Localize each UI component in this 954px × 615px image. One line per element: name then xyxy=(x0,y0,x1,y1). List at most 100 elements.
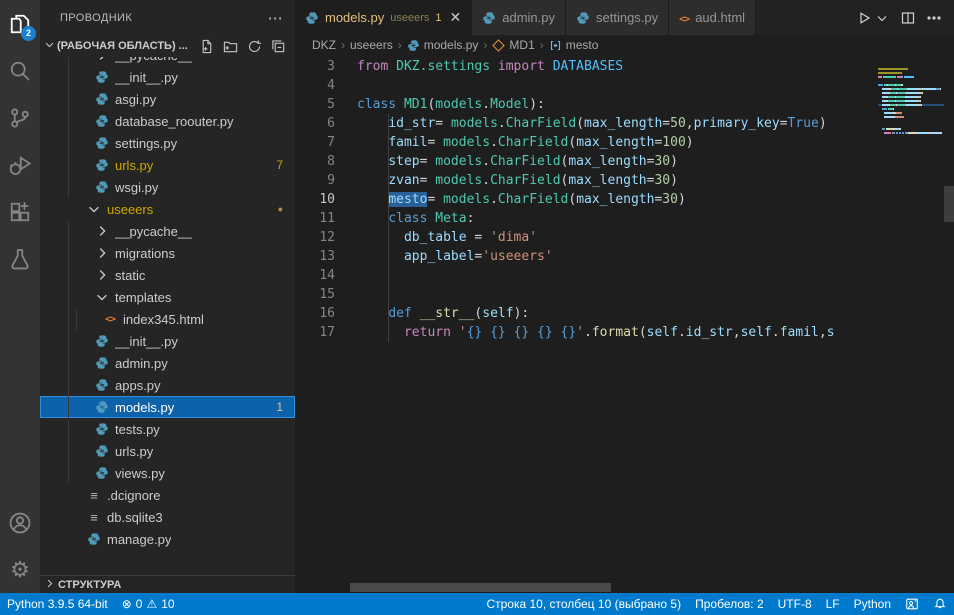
code-line-12[interactable]: 12 db_table = 'dima' xyxy=(295,228,878,247)
code-line-11[interactable]: 11 class Meta: xyxy=(295,209,878,228)
code-line-4[interactable]: 4 xyxy=(295,76,878,95)
breadcrumb-label: MD1 xyxy=(509,38,534,52)
tree-item-views-py[interactable]: views.py xyxy=(40,462,295,484)
tab-settings-py[interactable]: settings.py xyxy=(566,0,669,35)
line-number: 14 xyxy=(295,266,335,285)
sidebar-more-actions[interactable]: ⋯ xyxy=(268,9,283,27)
new-folder-icon[interactable] xyxy=(221,37,239,55)
outline-section-header[interactable]: СТРУКТУРА xyxy=(40,575,295,593)
tree-item-asgi-py[interactable]: asgi.py xyxy=(40,88,295,110)
explorer-icon[interactable]: 2 xyxy=(0,0,40,47)
cursor-position-status[interactable]: Строка 10, столбец 10 (выбрано 5) xyxy=(479,593,688,615)
more-actions-icon[interactable] xyxy=(926,10,942,26)
tree-item--dcignore[interactable]: ≡.dcignore xyxy=(40,484,295,506)
code-editor[interactable]: 3from DKZ.settings import DATABASES45cla… xyxy=(295,55,954,593)
tree-item-urls-py[interactable]: urls.py7 xyxy=(40,154,295,176)
tree-item-label: views.py xyxy=(115,466,165,481)
problems-status[interactable]: ⊗ 0 ⚠ 10 xyxy=(115,593,182,615)
tree-item-settings-py[interactable]: settings.py xyxy=(40,132,295,154)
tree-item-apps-py[interactable]: apps.py xyxy=(40,374,295,396)
testing-icon[interactable] xyxy=(0,235,40,282)
tree-item-useeers[interactable]: useeers● xyxy=(40,198,295,220)
eol-status[interactable]: LF xyxy=(819,593,847,615)
tree-item-migrations[interactable]: migrations xyxy=(40,242,295,264)
search-icon[interactable] xyxy=(0,47,40,94)
tree-item-label: index345.html xyxy=(123,312,204,327)
code-line-6[interactable]: 6 id_str= models.CharField(max_length=50… xyxy=(295,114,878,133)
modified-dot-badge: ● xyxy=(278,204,283,214)
new-file-icon[interactable] xyxy=(197,37,215,55)
tab-models-py[interactable]: models.pyuseeers1✕ xyxy=(295,0,472,35)
code-line-7[interactable]: 7 famil= models.CharField(max_length=100… xyxy=(295,133,878,152)
tree-item-wsgi-py[interactable]: wsgi.py xyxy=(40,176,295,198)
run-debug-icon[interactable] xyxy=(0,141,40,188)
minimap-line xyxy=(878,84,944,86)
source-control-icon[interactable] xyxy=(0,94,40,141)
vertical-scrollbar[interactable] xyxy=(944,186,954,222)
language-mode-status[interactable]: Python xyxy=(847,593,898,615)
line-content: zvan= models.CharField(max_length=30) xyxy=(357,171,678,190)
workspace-section-header[interactable]: (РАБОЧАЯ ОБЛАСТЬ) ... xyxy=(40,35,295,57)
code-line-3[interactable]: 3from DKZ.settings import DATABASES xyxy=(295,57,878,76)
code-line-15[interactable]: 15 xyxy=(295,285,878,304)
tree-item-templates[interactable]: templates xyxy=(40,286,295,308)
refresh-icon[interactable] xyxy=(245,37,263,55)
split-editor-icon[interactable] xyxy=(900,10,916,26)
breadcrumb-item-mesto[interactable]: mesto xyxy=(549,38,599,52)
tree-item--pycache-[interactable]: __pycache__ xyxy=(40,220,295,242)
python-file-icon xyxy=(94,333,110,349)
run-dropdown-icon[interactable] xyxy=(874,10,890,26)
close-icon[interactable]: ✕ xyxy=(450,9,462,26)
tree-item-models-py[interactable]: models.py1 xyxy=(40,396,295,418)
notifications-bell-icon[interactable] xyxy=(926,593,954,615)
code-line-5[interactable]: 5class MD1(models.Model): xyxy=(295,95,878,114)
code-line-17[interactable]: 17 return '{} {} {} {} {}'.format(self.i… xyxy=(295,323,878,342)
minimap[interactable] xyxy=(878,68,944,136)
tree-item-admin-py[interactable]: admin.py xyxy=(40,352,295,374)
breadcrumb: DKZ›useeers›models.py›MD1›mesto xyxy=(295,35,878,55)
tree-item--init-py[interactable]: __init__.py xyxy=(40,66,295,88)
code-line-9[interactable]: 9 zvan= models.CharField(max_length=30) xyxy=(295,171,878,190)
horizontal-scrollbar[interactable] xyxy=(350,583,611,592)
settings-gear-icon[interactable]: ⚙ xyxy=(0,546,40,593)
encoding-status[interactable]: UTF-8 xyxy=(771,593,819,615)
breadcrumb-item-useeers[interactable]: useeers xyxy=(350,38,393,52)
feedback-icon[interactable] xyxy=(898,593,926,615)
breadcrumb-item-md1[interactable]: MD1 xyxy=(492,38,534,52)
tree-item--init-py[interactable]: __init__.py xyxy=(40,330,295,352)
minimap-line xyxy=(878,104,944,106)
extensions-icon[interactable] xyxy=(0,188,40,235)
tree-item-urls-py[interactable]: urls.py xyxy=(40,440,295,462)
text-file-icon: ≡ xyxy=(86,509,102,525)
indentation-status[interactable]: Пробелов: 2 xyxy=(688,593,771,615)
python-interpreter-status[interactable]: Python 3.9.5 64-bit xyxy=(0,593,115,615)
collapse-all-icon[interactable] xyxy=(269,37,287,55)
problems-count-badge: 7 xyxy=(276,158,283,172)
tab-label: settings.py xyxy=(596,10,658,25)
code-line-10[interactable]: 10 mesto= models.CharField(max_length=30… xyxy=(295,190,878,209)
tab-admin-py[interactable]: admin.py xyxy=(472,0,566,35)
tree-item-static[interactable]: static xyxy=(40,264,295,286)
code-line-8[interactable]: 8 step= models.CharField(max_length=30) xyxy=(295,152,878,171)
run-icon[interactable] xyxy=(856,10,872,26)
tree-item-db-sqlite3[interactable]: ≡db.sqlite3 xyxy=(40,506,295,528)
tree-item-database-roouter-py[interactable]: database_roouter.py xyxy=(40,110,295,132)
python-file-icon xyxy=(94,443,110,459)
account-icon[interactable] xyxy=(0,499,40,546)
explorer-badge: 2 xyxy=(21,26,36,41)
problems-count-badge: 1 xyxy=(276,400,283,414)
file-tree: __pycache____init__.pyasgi.pydatabase_ro… xyxy=(40,57,295,553)
code-line-13[interactable]: 13 app_label='useeers' xyxy=(295,247,878,266)
tree-item-index345-html[interactable]: <>index345.html xyxy=(40,308,295,330)
code-line-14[interactable]: 14 xyxy=(295,266,878,285)
tree-item--pycache-[interactable]: __pycache__ xyxy=(40,57,295,66)
breadcrumb-item-dkz[interactable]: DKZ xyxy=(312,38,336,52)
tab-aud-html[interactable]: <>aud.html xyxy=(669,0,756,35)
tree-item-tests-py[interactable]: tests.py xyxy=(40,418,295,440)
field-symbol-icon xyxy=(549,39,562,52)
minimap-line xyxy=(878,72,944,74)
tree-item-manage-py[interactable]: manage.py xyxy=(40,528,295,550)
code-line-16[interactable]: 16 def __str__(self): xyxy=(295,304,878,323)
breadcrumb-item-models-py[interactable]: models.py xyxy=(407,38,479,52)
line-content: db_table = 'dima' xyxy=(357,228,537,247)
